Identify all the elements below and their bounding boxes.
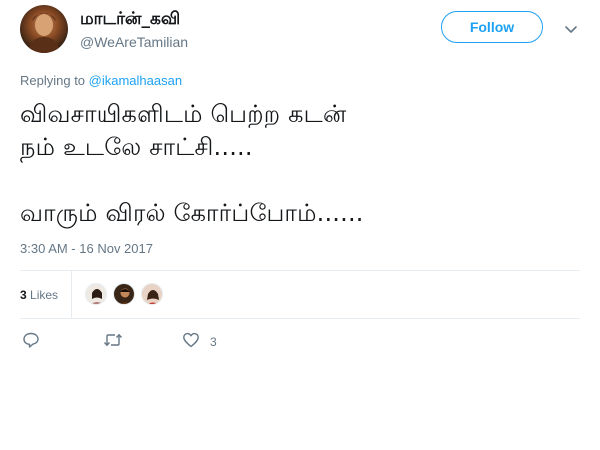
reply-icon bbox=[22, 331, 40, 353]
reply-context: Replying to @ikamalhaasan bbox=[20, 73, 182, 88]
reply-context-prefix: Replying to bbox=[20, 73, 89, 88]
author-display-name[interactable]: மாடர்ன்_கவி bbox=[80, 9, 180, 31]
likes-number: 3 bbox=[20, 288, 27, 302]
divider-bottom bbox=[20, 318, 580, 319]
liker-avatar[interactable] bbox=[85, 283, 107, 305]
tweet-timestamp[interactable]: 3:30 AM - 16 Nov 2017 bbox=[20, 241, 153, 256]
author-avatar[interactable] bbox=[20, 5, 68, 53]
chevron-down-icon[interactable] bbox=[563, 21, 579, 37]
likes-count[interactable]: 3 Likes bbox=[20, 288, 58, 302]
liker-avatar[interactable] bbox=[141, 283, 163, 305]
stats-separator bbox=[71, 271, 72, 318]
retweet-icon bbox=[103, 331, 123, 353]
tweet-text: விவசாயிகளிடம் பெற்ற கடன் நம் உடலே சாட்சி… bbox=[20, 100, 364, 227]
like-count: 3 bbox=[210, 335, 217, 349]
follow-button[interactable]: Follow bbox=[441, 11, 543, 43]
liker-avatar[interactable] bbox=[113, 283, 135, 305]
heart-icon bbox=[182, 331, 200, 353]
reply-mention-link[interactable]: @ikamalhaasan bbox=[89, 73, 182, 88]
retweet-button[interactable] bbox=[103, 332, 123, 352]
likes-label: Likes bbox=[30, 288, 59, 302]
divider-top bbox=[20, 270, 580, 271]
like-button[interactable]: 3 bbox=[182, 332, 217, 352]
author-handle[interactable]: @WeAreTamilian bbox=[80, 34, 188, 50]
reply-button[interactable] bbox=[22, 332, 40, 352]
